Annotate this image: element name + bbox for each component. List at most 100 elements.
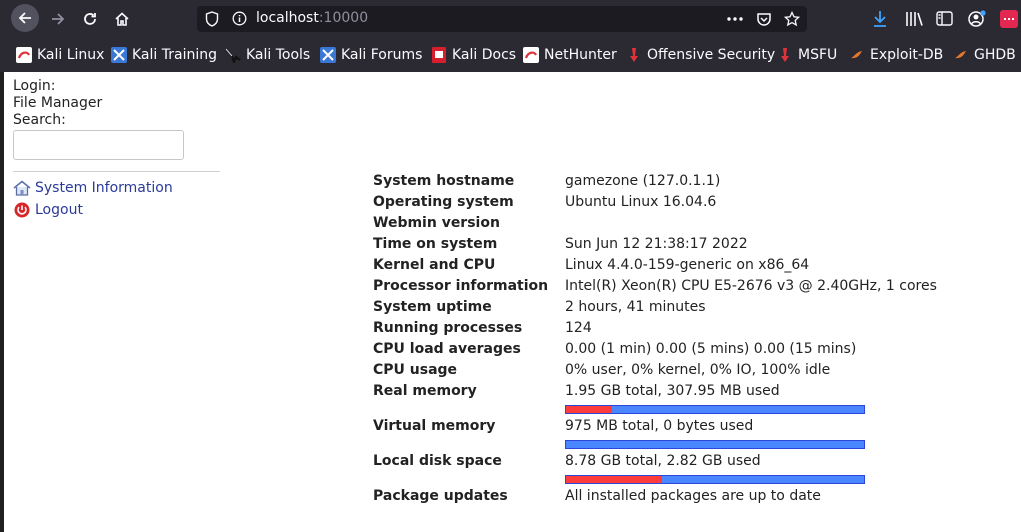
info-row-packages: Package updates All installed packages ar… <box>373 488 933 509</box>
bookmark-exploit-db[interactable]: Exploit-DB <box>849 46 943 64</box>
msfu-icon <box>781 48 789 62</box>
more-actions-icon[interactable] <box>727 17 743 21</box>
browser-chrome: localhost:10000 Kali Linux Kali Training… <box>0 0 1021 72</box>
info-icon[interactable] <box>232 11 247 26</box>
info-value: Intel(R) Xeon(R) CPU E5-2676 v3 @ 2.40GH… <box>565 278 937 294</box>
login-label: Login: <box>13 78 56 94</box>
info-row-hostname: System hostname gamezone (127.0.1.1) <box>373 173 933 194</box>
info-row-virtual-memory: Virtual memory 975 MB total, 0 bytes used <box>373 418 933 439</box>
kali-training-icon <box>111 47 127 63</box>
info-value: 0.00 (1 min) 0.00 (5 mins) 0.00 (15 mins… <box>565 341 857 357</box>
back-button[interactable] <box>11 4 39 32</box>
url-host: localhost <box>256 10 319 26</box>
bookmark-kali-forums[interactable]: Kali Forums <box>320 46 422 64</box>
offsec-icon <box>630 48 638 62</box>
file-manager-link[interactable]: File Manager <box>13 95 102 111</box>
info-label: Local disk space <box>373 453 502 469</box>
real-memory-usage-bar <box>565 405 865 414</box>
bookmark-label: Kali Linux <box>37 47 105 63</box>
logout-link[interactable]: Logout <box>13 202 83 218</box>
shield-icon <box>205 11 219 27</box>
home-icon <box>13 180 31 196</box>
home-button[interactable] <box>109 6 135 32</box>
bookmark-kali-training[interactable]: Kali Training <box>111 46 217 64</box>
info-value: Sun Jun 12 21:38:17 2022 <box>565 236 748 252</box>
info-value: 975 MB total, 0 bytes used <box>565 418 754 434</box>
info-row-webmin: Webmin version <box>373 215 933 236</box>
info-value: 2 hours, 41 minutes <box>565 299 706 315</box>
url-text: localhost:10000 <box>256 10 368 26</box>
url-port: :10000 <box>318 10 369 26</box>
pocket-icon[interactable] <box>756 11 772 27</box>
sidebar-divider <box>13 171 220 172</box>
logout-label: Logout <box>35 202 83 218</box>
bookmark-kali-linux[interactable]: Kali Linux <box>16 46 104 64</box>
bookmark-msfu[interactable]: MSFU <box>777 46 837 64</box>
forward-button[interactable] <box>45 6 71 32</box>
bookmark-label: Kali Training <box>132 47 217 63</box>
bookmarks-toolbar: Kali Linux Kali Training Kali Tools Kali… <box>0 40 1021 70</box>
info-value: 8.78 GB total, 2.82 GB used <box>565 453 761 469</box>
bookmark-label: MSFU <box>798 47 838 63</box>
bookmark-label: Offensive Security <box>647 47 776 63</box>
info-value: 0% user, 0% kernel, 0% IO, 100% idle <box>565 362 831 378</box>
bookmark-label: NetHunter <box>544 47 617 63</box>
system-information-link[interactable]: System Information <box>13 180 173 196</box>
star-icon[interactable] <box>784 11 800 27</box>
info-row-os: Operating system Ubuntu Linux 16.04.6 <box>373 194 933 215</box>
kali-tools-icon <box>225 48 241 63</box>
info-row-uptime: System uptime 2 hours, 41 minutes <box>373 299 933 320</box>
info-label: Kernel and CPU <box>373 257 496 273</box>
bookmark-label: Kali Docs <box>452 47 517 63</box>
info-label: CPU load averages <box>373 341 521 357</box>
info-row-kernel: Kernel and CPU Linux 4.4.0-159-generic on… <box>373 257 933 278</box>
search-label: Search: <box>13 112 66 128</box>
info-value: Linux 4.4.0-159-generic on x86_64 <box>565 257 810 273</box>
info-label: System uptime <box>373 299 492 315</box>
power-icon <box>14 202 30 218</box>
arrow-right-icon <box>52 13 65 25</box>
sidebar-toggle-icon[interactable] <box>936 11 953 26</box>
bookmark-kali-docs[interactable]: Kali Docs <box>431 46 516 64</box>
download-icon[interactable] <box>872 10 888 28</box>
info-row-time: Time on system Sun Jun 12 21:38:17 2022 <box>373 236 933 257</box>
info-label: Package updates <box>373 488 508 504</box>
window-edge <box>0 72 4 532</box>
account-icon[interactable] <box>967 10 987 28</box>
bookmark-label: Kali Tools <box>246 47 311 63</box>
info-label: Operating system <box>373 194 514 210</box>
kali-forums-icon <box>320 47 336 63</box>
virtual-memory-usage-bar <box>565 440 865 449</box>
bookmark-label: GHDB <box>974 47 1016 63</box>
info-label: Webmin version <box>373 215 500 231</box>
usage-bar-fill <box>566 406 612 413</box>
info-row-load: CPU load averages 0.00 (1 min) 0.00 (5 mi… <box>373 341 933 362</box>
usage-bar-fill <box>566 476 662 483</box>
search-input[interactable] <box>13 130 184 160</box>
bookmark-label: Kali Forums <box>341 47 423 63</box>
info-label: Running processes <box>373 320 523 336</box>
arrow-left-icon <box>18 12 31 24</box>
info-label: Processor information <box>373 278 549 294</box>
info-label: Time on system <box>373 236 498 252</box>
bookmark-offensive-security[interactable]: Offensive Security <box>626 46 775 64</box>
bookmark-ghdb[interactable]: GHDB <box>953 46 1016 64</box>
bookmark-kali-tools[interactable]: Kali Tools <box>225 46 310 64</box>
info-row-disk: Local disk space 8.78 GB total, 2.82 GB u… <box>373 453 933 474</box>
nethunter-icon <box>523 47 539 63</box>
kali-icon <box>16 47 32 63</box>
library-icon[interactable] <box>905 11 923 27</box>
ghdb-icon <box>955 51 966 59</box>
bookmark-nethunter[interactable]: NetHunter <box>523 46 617 64</box>
url-bar[interactable]: localhost:10000 <box>197 6 807 32</box>
info-row-cpu-usage: CPU usage 0% user, 0% kernel, 0% IO, 100%… <box>373 362 933 383</box>
info-label: CPU usage <box>373 362 458 378</box>
bookmark-label: Exploit-DB <box>870 47 944 63</box>
info-value: Ubuntu Linux 16.04.6 <box>565 194 717 210</box>
reload-button[interactable] <box>77 6 103 32</box>
exploitdb-icon <box>851 51 862 59</box>
disk-usage-bar <box>565 475 865 484</box>
home-icon <box>115 12 129 26</box>
info-row-processor: Processor information Intel(R) Xeon(R) CP… <box>373 278 937 299</box>
extension-icon[interactable] <box>1000 10 1018 28</box>
